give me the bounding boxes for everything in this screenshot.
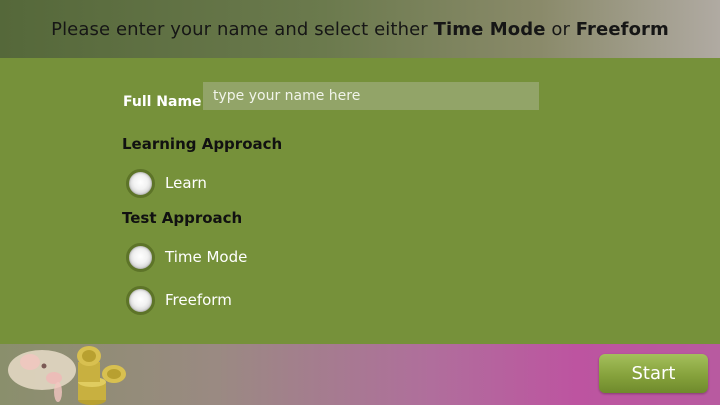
learning-approach-title: Learning Approach	[122, 135, 283, 153]
instruction-joiner: or	[545, 18, 576, 40]
radio-button[interactable]	[126, 285, 155, 315]
radio-button[interactable]	[126, 242, 155, 272]
footer-bar: Start	[0, 344, 720, 405]
test-approach-title: Test Approach	[122, 209, 243, 227]
header-bar: Please enter your name and select either…	[0, 0, 720, 58]
piggy-bank-coins-icon	[8, 346, 126, 405]
instruction-text: Please enter your name and select either…	[51, 19, 669, 40]
instruction-time-mode: Time Mode	[433, 18, 546, 40]
form-panel: Full Name: Learning Approach Learn Test …	[0, 58, 720, 344]
radio-option-freeform[interactable]: Freeform	[126, 285, 232, 315]
instruction-freeform: Freeform	[575, 18, 669, 40]
radio-label: Time Mode	[165, 248, 248, 266]
instruction-prefix: Please enter your name and select either	[51, 18, 434, 40]
radio-label: Freeform	[165, 291, 232, 309]
start-button[interactable]: Start	[599, 354, 708, 393]
full-name-input[interactable]	[203, 82, 539, 110]
radio-button[interactable]	[126, 168, 155, 198]
full-name-label: Full Name:	[123, 94, 208, 110]
radio-option-time-mode[interactable]: Time Mode	[126, 242, 247, 272]
radio-option-learn[interactable]: Learn	[126, 168, 207, 198]
radio-label: Learn	[165, 174, 207, 192]
